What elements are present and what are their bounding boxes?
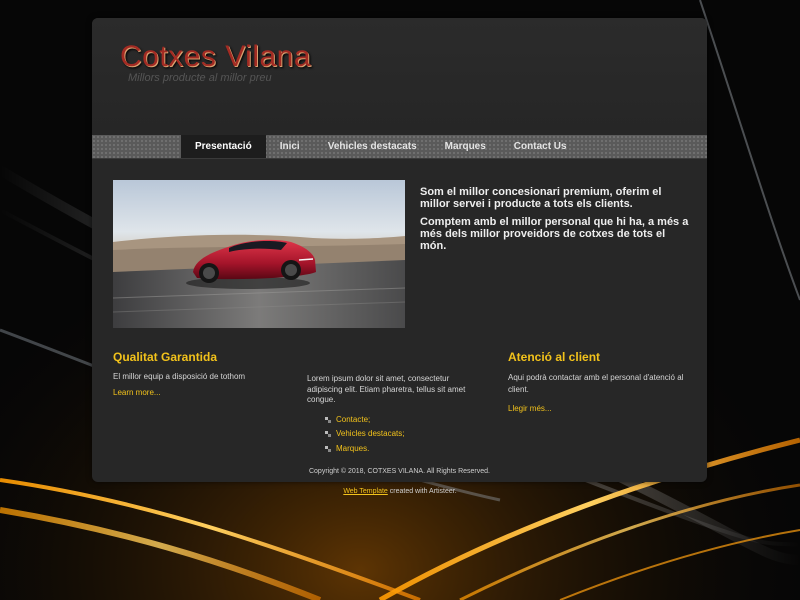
nav-item-marques[interactable]: Marques [431,135,500,158]
column-customer-service: Atenció al client Aqui podrà contactar a… [508,350,688,415]
read-more-link[interactable]: Llegir més... [508,404,688,415]
site-slogan: Millors producte al millor preu [128,72,272,84]
intro-paragraph-1: Som el millor concesionari premium, ofer… [420,186,662,210]
column-heading-customer-service: Atenció al client [508,350,601,364]
column-text-lorem: Lorem ipsum dolor sit amet, consectetur … [307,374,466,404]
nav-item-contact-us[interactable]: Contact Us [500,135,581,158]
hero-car-image [113,180,405,328]
square-bullet-icon [325,416,331,423]
learn-more-link[interactable]: Learn more... [113,388,283,399]
credit-text: created with Artisteer. [387,488,457,495]
quick-link-label: Contacte; [336,414,371,424]
quick-link-marques[interactable]: Marques. [325,444,487,455]
column-heading-quality: Qualitat Garantida [113,350,218,364]
page-container: Cotxes Vilana Millors producte al millor… [92,18,707,482]
main-navigation: Presentació Inici Vehicles destacats Mar… [92,135,707,159]
copyright-text: Copyright © 2018, COTXES VILANA. All Rig… [308,468,490,475]
square-bullet-icon [325,445,331,452]
intro-paragraph-2: Comptem amb el millor personal que hi ha… [420,216,689,252]
column-text-quality: El millor equip a disposició de tothom [113,371,246,381]
square-bullet-icon [325,431,331,438]
template-credit: Web Template created with Artisteer. [0,488,800,495]
site-title[interactable]: Cotxes Vilana [120,40,311,74]
column-lorem: Lorem ipsum dolor sit amet, consectetur … [307,374,487,458]
quick-link-vehicles-destacats[interactable]: Vehicles destacats; [325,429,487,440]
nav-item-inici[interactable]: Inici [266,135,314,158]
quick-link-label: Vehicles destacats; [336,429,405,438]
column-text-customer-service: Aqui podrà contactar amb el personal d'a… [508,372,684,395]
quick-links-list: Contacte; Vehicles destacats; Marques. [307,415,487,455]
quick-link-contacte[interactable]: Contacte; [325,415,487,426]
nav-item-vehicles-destacats[interactable]: Vehicles destacats [314,135,431,158]
intro-text: Som el millor concesionari premium, ofer… [420,186,690,258]
quick-link-label: Marques. [336,443,370,453]
site-header: Cotxes Vilana Millors producte al millor… [92,18,707,135]
web-template-link[interactable]: Web Template [343,488,388,495]
column-quality: Qualitat Garantida El millor equip a dis… [113,350,283,399]
nav-item-presentacio[interactable]: Presentació [181,135,266,158]
